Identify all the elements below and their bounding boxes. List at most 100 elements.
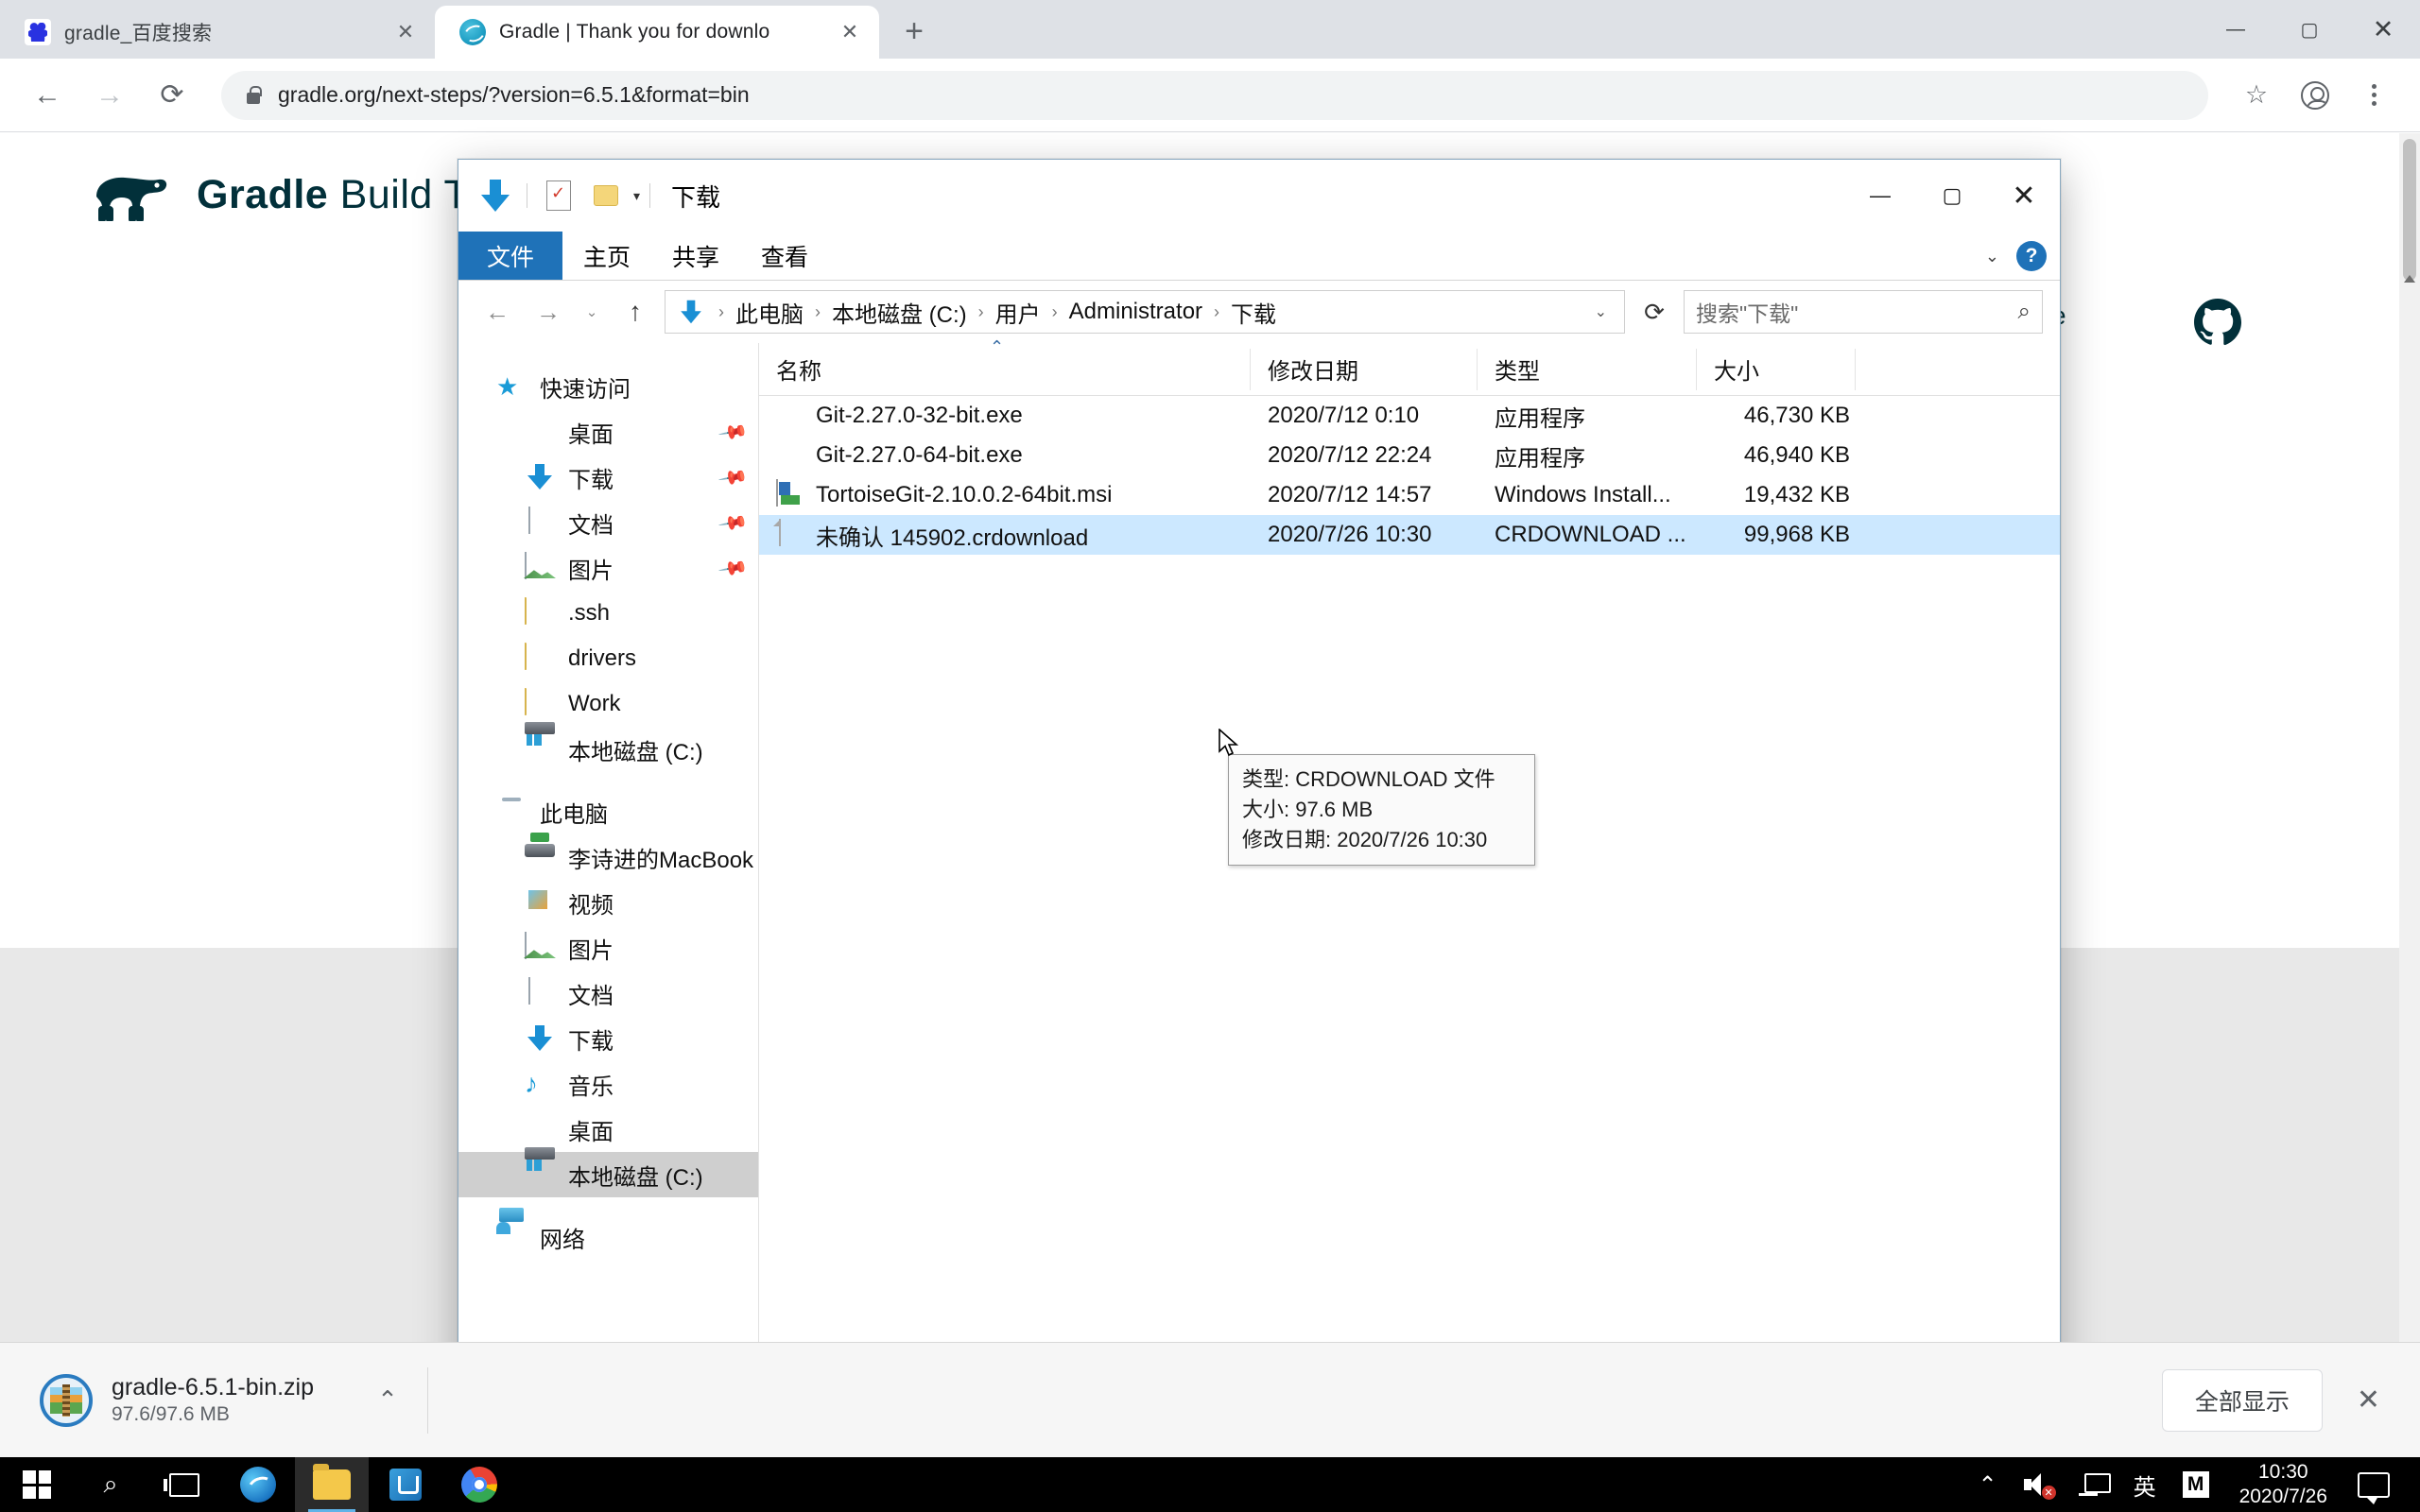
nav-item-documents[interactable]: 文档 📌 xyxy=(458,500,758,545)
nav-item-macbook[interactable]: 李诗进的MacBook xyxy=(458,834,758,880)
nav-item-work[interactable]: Work xyxy=(458,681,758,727)
explorer-refresh-button[interactable]: ⟳ xyxy=(1633,290,1676,334)
nav-item-music[interactable]: ♪ 音乐 xyxy=(458,1061,758,1107)
nav-group-network[interactable]: 网络 xyxy=(458,1214,758,1260)
address-bar[interactable]: gradle.org/next-steps/?version=6.5.1&for… xyxy=(221,70,2208,120)
explorer-search-box[interactable]: 搜索"下载" ⌕ xyxy=(1684,290,2043,334)
taskbar-chrome-icon[interactable] xyxy=(442,1457,516,1512)
breadcrumb-item-0[interactable]: 此电脑 xyxy=(735,296,804,329)
column-header-date[interactable]: 修改日期 xyxy=(1251,348,1478,390)
properties-icon[interactable] xyxy=(537,174,580,217)
ribbon-tab-home[interactable]: 主页 xyxy=(562,232,651,280)
ribbon-collapse-icon[interactable]: ⌄ xyxy=(1985,247,1999,266)
browser-tab-0[interactable]: gradle_百度搜索 ✕ xyxy=(0,6,435,59)
ime-mode-indicator[interactable]: M xyxy=(2169,1457,2222,1512)
action-center-icon[interactable] xyxy=(2344,1457,2414,1512)
network-icon[interactable] xyxy=(2066,1457,2120,1512)
explorer-up-button[interactable]: ↑ xyxy=(614,290,657,334)
taskbar-microsoft-store-icon[interactable] xyxy=(369,1457,442,1512)
nav-item-videos[interactable]: 视频 xyxy=(458,880,758,925)
nav-group-quick-access[interactable]: ★ 快速访问 xyxy=(458,364,758,409)
download-item[interactable]: gradle-6.5.1-bin.zip 97.6/97.6 MB ⌃ xyxy=(21,1373,410,1427)
explorer-minimize-button[interactable]: — xyxy=(1844,160,1916,232)
chrome-menu-icon[interactable] xyxy=(2348,70,2399,121)
breadcrumb-dropdown-icon[interactable]: ⌄ xyxy=(1595,302,1613,321)
search-icon[interactable]: ⌕ xyxy=(2018,299,2031,325)
show-all-downloads-button[interactable]: 全部显示 xyxy=(2161,1368,2323,1432)
bookmark-star-icon[interactable]: ☆ xyxy=(2231,70,2282,121)
ribbon-tab-file[interactable]: 文件 xyxy=(458,232,563,280)
nav-item-desktop[interactable]: 桌面 📌 xyxy=(458,409,758,455)
download-menu-caret-icon[interactable]: ⌃ xyxy=(365,1378,410,1423)
taskbar-file-explorer-icon[interactable] xyxy=(295,1457,369,1512)
volume-muted-icon[interactable]: ✕ xyxy=(2011,1457,2066,1512)
nav-item-pictures-pc[interactable]: 图片 xyxy=(458,925,758,971)
pin-icon[interactable]: 📌 xyxy=(717,552,750,585)
nav-item-desktop-pc[interactable]: 桌面 xyxy=(458,1107,758,1152)
breadcrumb-item-4[interactable]: 下载 xyxy=(1231,296,1276,329)
ribbon-tab-share[interactable]: 共享 xyxy=(651,232,740,280)
column-header-size[interactable]: 大小 xyxy=(1697,348,1856,390)
taskbar-edge-icon[interactable] xyxy=(221,1457,295,1512)
github-icon[interactable] xyxy=(2191,296,2244,349)
tooltip-date-line: 修改日期: 2020/7/26 10:30 xyxy=(1242,827,1488,851)
scrollbar-up-arrow-icon[interactable] xyxy=(2404,275,2415,283)
help-icon[interactable]: ? xyxy=(2016,241,2047,271)
explorer-maximize-button[interactable]: ▢ xyxy=(1916,160,1988,232)
file-row[interactable]: TortoiseGit-2.10.0.2-64bit.msi 2020/7/12… xyxy=(759,475,2060,515)
nav-item-local-disk-c-quick[interactable]: 本地磁盘 (C:) xyxy=(458,727,758,772)
back-button[interactable]: ← xyxy=(21,69,74,122)
explorer-forward-button[interactable]: → xyxy=(527,290,570,334)
column-header-type[interactable]: 类型 xyxy=(1478,348,1697,390)
tab-close-icon[interactable]: ✕ xyxy=(391,18,420,46)
scrollbar-thumb[interactable] xyxy=(2403,139,2416,281)
ribbon-tab-view[interactable]: 查看 xyxy=(740,232,829,280)
explorer-close-button[interactable]: ✕ xyxy=(1988,160,2060,232)
nav-item-pictures[interactable]: 图片 📌 xyxy=(458,545,758,591)
explorer-file-list-pane: ⌃ 名称 修改日期 类型 大小 Git-2.27.0-32-bit.exe 20… xyxy=(759,337,2060,1373)
file-row[interactable]: Git-2.27.0-64-bit.exe 2020/7/12 22:24 应用… xyxy=(759,436,2060,475)
profile-avatar-icon[interactable] xyxy=(2290,70,2341,121)
maximize-button[interactable]: ▢ xyxy=(2273,0,2346,59)
task-view-icon[interactable] xyxy=(147,1457,221,1512)
forward-button[interactable]: → xyxy=(83,69,136,122)
pin-icon[interactable]: 📌 xyxy=(717,461,750,494)
reload-button[interactable]: ⟳ xyxy=(146,69,199,122)
nav-item-local-disk-c[interactable]: 本地磁盘 (C:) xyxy=(458,1152,758,1197)
file-row[interactable]: 未确认 145902.crdownload 2020/7/26 10:30 CR… xyxy=(759,515,2060,555)
breadcrumb-item-3[interactable]: Administrator xyxy=(1069,299,1202,325)
file-row[interactable]: Git-2.27.0-32-bit.exe 2020/7/12 0:10 应用程… xyxy=(759,396,2060,436)
explorer-recent-locations-icon[interactable]: ⌄ xyxy=(578,290,606,334)
nav-item-downloads[interactable]: 下载 📌 xyxy=(458,455,758,500)
pin-icon[interactable]: 📌 xyxy=(717,507,750,540)
explorer-breadcrumb-bar[interactable]: › 此电脑 › 本地磁盘 (C:) › 用户 › Administrator ›… xyxy=(665,290,1625,334)
new-folder-icon[interactable] xyxy=(584,174,628,217)
nav-item-drivers[interactable]: drivers xyxy=(458,636,758,681)
download-arrow-icon[interactable] xyxy=(474,174,517,217)
breadcrumb-item-1[interactable]: 本地磁盘 (C:) xyxy=(832,296,967,329)
explorer-title-bar[interactable]: ▾ 下载 — ▢ ✕ xyxy=(458,160,2060,232)
minimize-button[interactable]: — xyxy=(2199,0,2273,59)
file-size-cell: 46,730 KB xyxy=(1743,403,1850,428)
close-button[interactable]: ✕ xyxy=(2346,0,2420,59)
chevron-down-icon[interactable]: ▾ xyxy=(633,188,640,204)
browser-tab-1[interactable]: Gradle | Thank you for downlo ✕ xyxy=(435,6,879,59)
pin-icon[interactable]: 📌 xyxy=(717,416,750,449)
file-name-cell: TortoiseGit-2.10.0.2-64bit.msi xyxy=(759,479,1251,510)
tray-overflow-icon[interactable]: ⌃ xyxy=(1964,1457,2010,1512)
breadcrumb-item-2[interactable]: 用户 xyxy=(995,296,1041,329)
nav-item-downloads-pc[interactable]: 下载 xyxy=(458,1016,758,1061)
taskbar-clock[interactable]: 10:30 2020/7/26 xyxy=(2222,1457,2344,1512)
nav-group-this-pc[interactable]: 此电脑 xyxy=(458,789,758,834)
taskbar-search-icon[interactable]: ⌕ xyxy=(74,1457,147,1512)
tab-close-icon[interactable]: ✕ xyxy=(836,18,864,46)
nav-item-ssh[interactable]: .ssh xyxy=(458,591,758,636)
nav-item-documents-pc[interactable]: 文档 xyxy=(458,971,758,1016)
windows-start-icon[interactable] xyxy=(0,1457,74,1512)
page-scrollbar[interactable] xyxy=(2399,133,2420,1397)
close-shelf-icon[interactable]: ✕ xyxy=(2347,1383,2390,1417)
ime-language-indicator[interactable]: 英 xyxy=(2120,1457,2169,1512)
explorer-back-button[interactable]: ← xyxy=(475,290,519,334)
column-header-name[interactable]: ⌃ 名称 xyxy=(759,337,1251,390)
new-tab-button[interactable]: + xyxy=(889,6,940,57)
